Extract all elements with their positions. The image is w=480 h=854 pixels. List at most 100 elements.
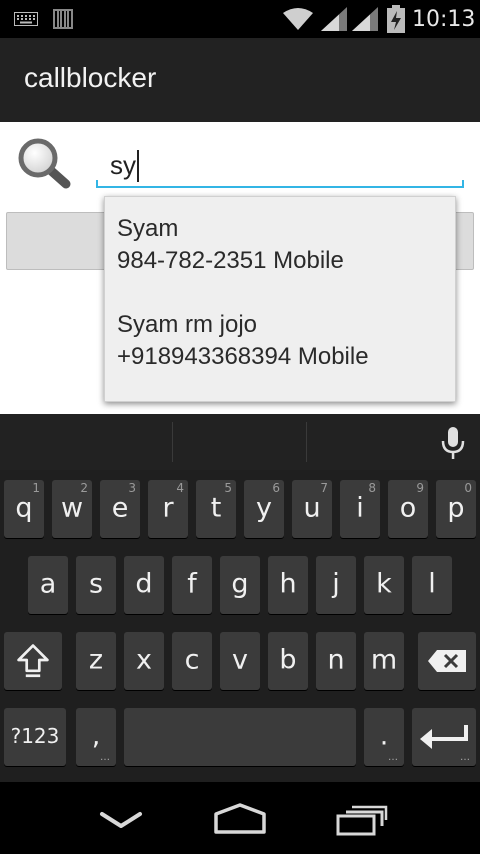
suggestion-name: Syam [117, 215, 179, 242]
key-b[interactable]: b [268, 632, 308, 690]
recents-icon[interactable] [336, 804, 388, 836]
key-label: j [332, 568, 340, 600]
space-key[interactable] [124, 708, 356, 766]
key-label: g [231, 568, 249, 600]
key-label: d [135, 568, 153, 600]
key-v[interactable]: v [220, 632, 260, 690]
more-keys-indicator: … [460, 752, 470, 763]
key-i[interactable]: 8i [340, 480, 380, 538]
status-bar: 10:13 [0, 0, 480, 38]
search-input-value: sy [110, 150, 136, 180]
key-n[interactable]: n [316, 632, 356, 690]
key-label: u [303, 492, 321, 524]
shift-icon [17, 644, 49, 678]
key-label: w [60, 492, 84, 524]
action-bar: callblocker [0, 38, 480, 122]
suggestion-number: +918943368394 Mobile [117, 343, 369, 370]
key-r[interactable]: 4r [148, 480, 188, 538]
key-z[interactable]: z [76, 632, 116, 690]
key-m[interactable]: m [364, 632, 404, 690]
backspace-icon [428, 650, 466, 672]
key-label: f [187, 568, 197, 600]
symbols-key[interactable]: ?123 [4, 708, 66, 766]
suggestion-item[interactable]: Syam 984-782-2351 Mobile [105, 197, 457, 293]
search-input[interactable]: sy [96, 144, 464, 188]
key-label: s [88, 568, 104, 600]
key-d[interactable]: d [124, 556, 164, 614]
key-w[interactable]: 2w [52, 480, 92, 538]
key-y[interactable]: 6y [244, 480, 284, 538]
signal-icon [321, 7, 347, 31]
key-label: v [232, 644, 248, 676]
key-q[interactable]: 1q [4, 480, 44, 538]
suggestion-item[interactable]: Syam rm jojo +918943368394 Mobile [105, 293, 457, 389]
key-label: a [39, 568, 57, 600]
key-label: , [91, 720, 101, 752]
contact-suggestions-dropdown: Syam 984-782-2351 Mobile Syam rm jojo +9… [104, 196, 456, 402]
wifi-icon [283, 8, 313, 30]
search-icon [18, 138, 71, 189]
navigation-bar [0, 782, 480, 854]
key-label: ?123 [10, 724, 60, 749]
delete-key[interactable] [418, 632, 476, 690]
key-c[interactable]: c [172, 632, 212, 690]
status-clock: 10:13 [412, 7, 476, 32]
more-keys-indicator: … [100, 752, 110, 763]
strip-divider [172, 422, 173, 462]
home-icon[interactable] [212, 802, 268, 836]
key-label: p [447, 492, 465, 524]
key-label: r [162, 492, 174, 524]
key-h[interactable]: h [268, 556, 308, 614]
key-x[interactable]: x [124, 632, 164, 690]
strip-divider [306, 422, 307, 462]
key-label: c [184, 644, 200, 676]
key-label: b [279, 644, 297, 676]
key-label: k [376, 568, 392, 600]
key-label: y [256, 492, 272, 524]
enter-icon [420, 725, 468, 749]
key-label: l [428, 568, 436, 600]
key-label: z [88, 644, 104, 676]
app-title: callblocker [24, 62, 157, 93]
key-g[interactable]: g [220, 556, 260, 614]
key-p[interactable]: 0p [436, 480, 476, 538]
key-label: e [111, 492, 129, 524]
key-label: x [136, 644, 152, 676]
key-label: m [370, 644, 398, 676]
key-label: t [210, 492, 222, 524]
battery-charging-icon [387, 5, 405, 33]
key-label: . [379, 720, 389, 752]
key-label: n [327, 644, 345, 676]
key-label: q [15, 492, 33, 524]
suggestion-number: 984-782-2351 Mobile [117, 247, 344, 274]
key-t[interactable]: 5t [196, 480, 236, 538]
back-icon[interactable] [98, 804, 144, 834]
soft-keyboard: 1q 2w 3e 4r 5t 6y 7u 8i 9o 0p a s d f g … [0, 414, 480, 782]
key-label: o [399, 492, 417, 524]
search-input-underline [96, 180, 464, 188]
key-f[interactable]: f [172, 556, 212, 614]
key-u[interactable]: 7u [292, 480, 332, 538]
period-key[interactable]: .… [364, 708, 404, 766]
enter-key[interactable]: … [412, 708, 476, 766]
keyboard-icon [14, 12, 38, 26]
shift-key[interactable] [4, 632, 62, 690]
key-l[interactable]: l [412, 556, 452, 614]
key-o[interactable]: 9o [388, 480, 428, 538]
key-j[interactable]: j [316, 556, 356, 614]
key-a[interactable]: a [28, 556, 68, 614]
key-k[interactable]: k [364, 556, 404, 614]
more-keys-indicator: … [388, 752, 398, 763]
key-label: h [279, 568, 297, 600]
text-cursor [137, 150, 139, 182]
signal-icon [352, 7, 378, 31]
key-s[interactable]: s [76, 556, 116, 614]
key-e[interactable]: 3e [100, 480, 140, 538]
suggestion-name: Syam rm jojo [117, 311, 258, 338]
suggestion-strip [0, 414, 480, 470]
keyboard-keys: 1q 2w 3e 4r 5t 6y 7u 8i 9o 0p a s d f g … [0, 470, 480, 782]
barcode-icon [53, 9, 73, 29]
key-label: i [356, 492, 364, 524]
comma-key[interactable]: ,… [76, 708, 116, 766]
mic-icon[interactable] [440, 426, 466, 462]
